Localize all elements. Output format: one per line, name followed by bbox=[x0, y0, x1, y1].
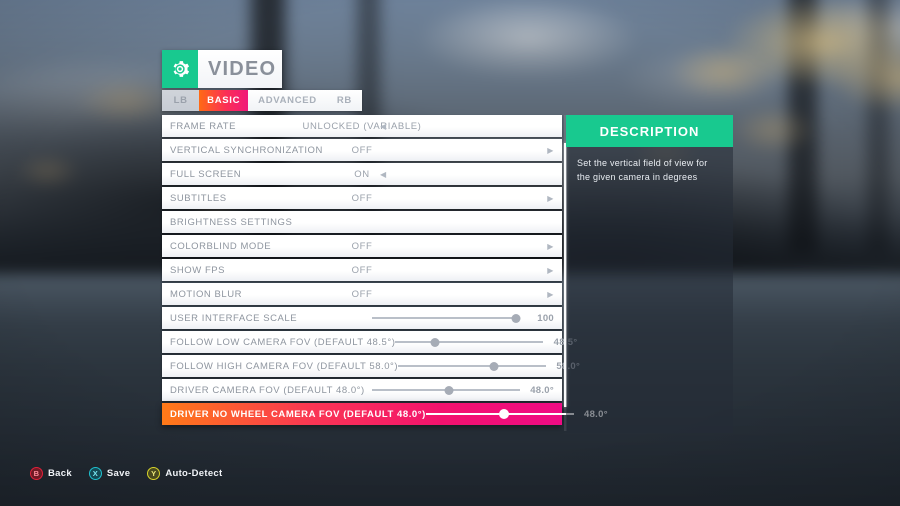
setting-row[interactable]: COLORBLIND MODE OFF ▶ bbox=[162, 235, 562, 257]
setting-control: 100 bbox=[372, 311, 554, 325]
setting-label: FOLLOW LOW CAMERA FOV (DEFAULT 48.5°) bbox=[170, 336, 396, 348]
action-back[interactable]: B Back bbox=[30, 467, 72, 480]
setting-row[interactable]: FRAME RATE UNLOCKED (VARIABLE) ◀ bbox=[162, 115, 562, 137]
description-text: Set the vertical field of view for the g… bbox=[566, 147, 733, 433]
tab-basic[interactable]: BASIC bbox=[199, 90, 249, 111]
setting-row[interactable]: USER INTERFACE SCALE 100 bbox=[162, 307, 562, 329]
slider-track bbox=[395, 341, 544, 343]
action-label: Auto-Detect bbox=[165, 468, 223, 479]
setting-row[interactable]: SHOW FPS OFF ▶ bbox=[162, 259, 562, 281]
chevron-right-icon[interactable]: ▶ bbox=[547, 266, 554, 275]
chevron-left-icon[interactable]: ◀ bbox=[380, 122, 387, 131]
action-save[interactable]: X Save bbox=[88, 467, 131, 480]
slider-knob[interactable] bbox=[430, 337, 440, 347]
setting-row[interactable]: VERTICAL SYNCHRONIZATION OFF ▶ bbox=[162, 139, 562, 161]
setting-control: 58.0° bbox=[398, 359, 580, 373]
setting-label: SHOW FPS bbox=[170, 264, 226, 276]
chevron-right-icon[interactable]: ▶ bbox=[547, 194, 554, 203]
setting-slider[interactable] bbox=[372, 311, 521, 325]
slider-track bbox=[398, 365, 547, 367]
slider-track bbox=[372, 317, 520, 319]
slider-knob[interactable] bbox=[489, 361, 499, 371]
setting-label: MOTION BLUR bbox=[170, 288, 243, 300]
action-label: Save bbox=[106, 468, 131, 479]
action-bar: B Back X Save Y Auto-Detect bbox=[30, 467, 222, 480]
setting-row[interactable]: FOLLOW HIGH CAMERA FOV (DEFAULT 58.0°)58… bbox=[162, 355, 580, 377]
setting-label: SUBTITLES bbox=[170, 192, 227, 204]
slider-knob[interactable] bbox=[499, 409, 510, 419]
setting-label: FOLLOW HIGH CAMERA FOV (DEFAULT 58.0°) bbox=[170, 360, 399, 372]
setting-row[interactable]: FULL SCREEN ON ◀ bbox=[162, 163, 562, 185]
tab-right-bumper[interactable]: RB bbox=[327, 90, 362, 111]
setting-label: FULL SCREEN bbox=[170, 168, 242, 180]
description-title: DESCRIPTION bbox=[566, 115, 733, 147]
setting-label: FRAME RATE bbox=[170, 120, 237, 132]
slider-knob[interactable] bbox=[511, 313, 521, 323]
setting-label: DRIVER NO WHEEL CAMERA FOV (DEFAULT 48.0… bbox=[170, 408, 426, 420]
setting-label: COLORBLIND MODE bbox=[170, 240, 272, 252]
chevron-left-icon[interactable]: ◀ bbox=[380, 170, 387, 179]
setting-row[interactable]: DRIVER CAMERA FOV (DEFAULT 48.0°) 48.0° bbox=[162, 379, 562, 401]
setting-row[interactable]: FOLLOW LOW CAMERA FOV (DEFAULT 48.5°)48.… bbox=[162, 331, 577, 353]
setting-label: BRIGHTNESS SETTINGS bbox=[170, 216, 293, 228]
setting-slider[interactable] bbox=[425, 407, 574, 421]
slider-value: 100 bbox=[537, 312, 554, 324]
setting-row[interactable]: SUBTITLES OFF ▶ bbox=[162, 187, 562, 209]
gear-icon bbox=[162, 50, 198, 88]
setting-label: VERTICAL SYNCHRONIZATION bbox=[170, 144, 323, 156]
tab-bar: LB BASIC ADVANCED RB bbox=[162, 90, 362, 111]
action-label: Back bbox=[48, 468, 72, 479]
chevron-right-icon[interactable]: ▶ bbox=[547, 290, 554, 299]
slider-knob[interactable] bbox=[444, 385, 454, 395]
setting-control: 48.5° bbox=[395, 335, 577, 349]
chevron-right-icon[interactable]: ▶ bbox=[547, 146, 554, 155]
setting-slider[interactable] bbox=[372, 383, 520, 397]
button-x-icon: X bbox=[88, 467, 102, 480]
setting-control: 48.0° bbox=[372, 383, 554, 397]
description-panel: DESCRIPTION Set the vertical field of vi… bbox=[566, 115, 733, 433]
slider-value: 48.0° bbox=[530, 384, 554, 396]
panel-title-bar: VIDEO bbox=[162, 50, 282, 88]
setting-row[interactable]: DRIVER NO WHEEL CAMERA FOV (DEFAULT 48.0… bbox=[162, 403, 607, 425]
setting-slider[interactable] bbox=[395, 335, 544, 349]
video-settings-panel: VIDEO LB BASIC ADVANCED RB FRAME RATE UNL… bbox=[162, 50, 607, 431]
chevron-right-icon[interactable]: ▶ bbox=[547, 242, 554, 251]
setting-row[interactable]: MOTION BLUR OFF ▶ bbox=[162, 283, 562, 305]
setting-row[interactable]: BRIGHTNESS SETTINGS bbox=[162, 211, 562, 233]
page-title: VIDEO bbox=[198, 50, 282, 88]
setting-slider[interactable] bbox=[398, 359, 547, 373]
tab-left-bumper[interactable]: LB bbox=[162, 90, 200, 111]
action-auto-detect[interactable]: Y Auto-Detect bbox=[147, 467, 222, 480]
setting-label: USER INTERFACE SCALE bbox=[170, 312, 298, 324]
settings-list: FRAME RATE UNLOCKED (VARIABLE) ◀ VERTICAL S… bbox=[162, 115, 607, 431]
button-y-icon: Y bbox=[147, 467, 161, 480]
tab-advanced[interactable]: ADVANCED bbox=[248, 90, 327, 111]
setting-label: DRIVER CAMERA FOV (DEFAULT 48.0°) bbox=[170, 384, 365, 396]
button-b-icon: B bbox=[30, 467, 43, 480]
